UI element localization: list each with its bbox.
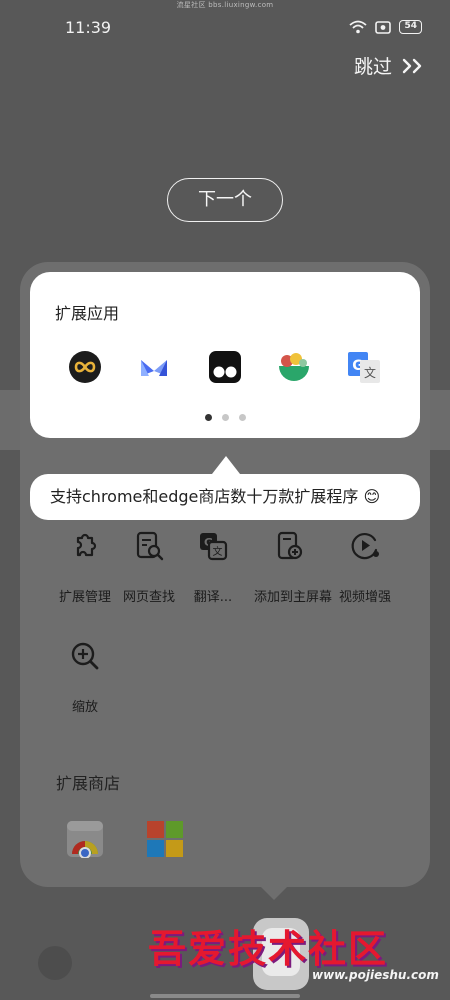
svg-text:文: 文 <box>364 365 376 380</box>
page-search-icon <box>136 531 164 561</box>
tool-label: 添加到主屏幕 <box>254 590 333 605</box>
background-toolbar-left <box>0 390 20 450</box>
wifi-icon <box>349 20 368 34</box>
tool-extension-manager[interactable]: 扩展管理 <box>50 530 120 605</box>
svg-text:文: 文 <box>213 545 223 558</box>
bottom-nav-button[interactable] <box>38 946 72 980</box>
next-button[interactable]: 下一个 <box>167 178 283 222</box>
tool-add-to-home[interactable]: 添加到主屏幕 <box>254 530 333 605</box>
panel-pointer <box>258 884 290 900</box>
google-translate-icon[interactable]: G 文 <box>347 350 381 384</box>
top-watermark: 流星社区 bbs.liuxingw.com <box>176 1 274 9</box>
translate-icon: G 文 <box>200 533 228 561</box>
status-time: 11:39 <box>65 18 112 37</box>
zoom-in-icon <box>71 642 99 670</box>
infinity-extension-icon[interactable] <box>68 350 102 384</box>
page-dot-active <box>204 414 212 421</box>
skip-label: 跳过 <box>353 56 392 78</box>
extensions-card: 扩展应用 G 文 <box>30 272 420 438</box>
add-to-home-icon <box>277 531 303 560</box>
watermark-logo: 吾爱技术社区 <box>148 926 389 971</box>
tool-translate[interactable]: G 文 翻译... <box>178 530 248 605</box>
m-extension-icon[interactable] <box>137 350 171 384</box>
skip-button[interactable]: 跳过 <box>354 52 424 79</box>
tampermonkey-icon[interactable] <box>208 350 242 384</box>
tool-label: 网页查找 <box>122 590 175 605</box>
microsoft-store-icon[interactable] <box>146 820 184 858</box>
tool-label: 视频增强 <box>338 590 391 605</box>
store-section-title: 扩展商店 <box>56 774 121 793</box>
double-chevron-right-icon <box>402 58 422 73</box>
tool-label: 缩放 <box>71 700 98 715</box>
status-icons: 54 <box>349 20 422 34</box>
status-bar: 11:39 54 <box>0 16 450 40</box>
tooltip-arrow <box>212 456 240 474</box>
page-indicator <box>30 414 420 421</box>
tool-label: 翻译... <box>193 590 233 605</box>
background-toolbar-right <box>430 390 450 450</box>
food-bowl-extension-icon[interactable] <box>277 350 311 384</box>
watermark-url: www.pojieshu.com <box>312 968 439 982</box>
screen-record-icon <box>375 20 392 34</box>
page-dot <box>221 414 229 421</box>
tool-video-enhance[interactable]: 视频增强 <box>330 530 400 605</box>
page-dot <box>238 414 246 421</box>
tool-page-search[interactable]: 网页查找 <box>114 530 184 605</box>
tooltip-text: 支持chrome和edge商店数十万款扩展程序 😊 <box>30 474 420 520</box>
gesture-nav-bar[interactable] <box>150 994 300 998</box>
chrome-store-icon[interactable] <box>66 820 104 858</box>
puzzle-icon <box>76 533 97 557</box>
tool-label: 扩展管理 <box>58 590 111 605</box>
battery-icon: 54 <box>399 20 422 34</box>
tool-zoom[interactable]: 缩放 <box>50 640 120 715</box>
video-enhance-icon <box>351 533 379 560</box>
card-title: 扩展应用 <box>55 304 120 323</box>
